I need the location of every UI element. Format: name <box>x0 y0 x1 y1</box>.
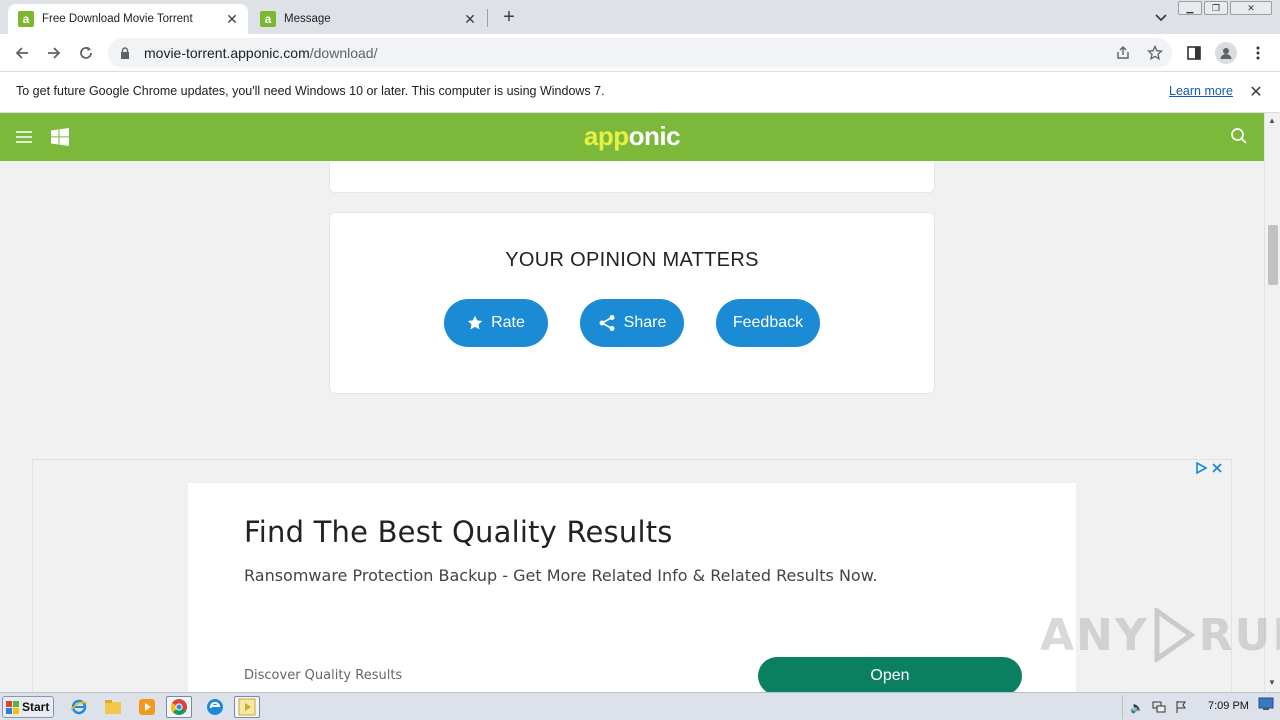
learn-more-link[interactable]: Learn more <box>1169 84 1233 98</box>
file-explorer-icon[interactable] <box>100 696 126 718</box>
chrome-menu-icon[interactable] <box>1244 39 1272 67</box>
lock-icon[interactable] <box>120 46 134 60</box>
opinion-card: YOUR OPINION MATTERS Rate Share Feedback <box>329 212 935 394</box>
tab-title: Free Download Movie Torrent <box>42 13 193 25</box>
start-button[interactable]: Start <box>2 696 54 718</box>
taskbar-clock[interactable]: 7:09 PM <box>1208 700 1249 712</box>
url-host: movie-torrent.apponic.com <box>144 45 310 61</box>
tab-message[interactable]: a Message ✕ <box>250 4 486 34</box>
system-tray: 🔈 <box>1122 695 1280 719</box>
apponic-favicon-icon: a <box>260 11 276 27</box>
search-icon[interactable] <box>1230 127 1250 147</box>
update-infobar: To get future Google Chrome updates, you… <box>0 72 1280 113</box>
ad-small-text: Discover Quality Results <box>244 668 403 683</box>
ad-card[interactable]: Find The Best Quality Results Ransomware… <box>187 482 1077 692</box>
site-header: apponic <box>0 113 1264 161</box>
play-logo-icon <box>1154 608 1195 662</box>
browser-toolbar: movie-torrent.apponic.com/download/ <box>0 34 1280 72</box>
brand-part-app: app <box>583 121 629 151</box>
tab-title: Message <box>284 13 331 25</box>
media-app-icon[interactable] <box>234 696 260 718</box>
opinion-title: YOUR OPINION MATTERS <box>505 249 759 271</box>
action-center-flag-icon[interactable] <box>1173 699 1189 715</box>
forward-button[interactable] <box>40 39 68 67</box>
tab-search-chevron-icon[interactable] <box>1150 7 1172 29</box>
ad-open-button[interactable]: Open <box>758 657 1022 692</box>
profile-icon <box>1215 42 1237 64</box>
ad-subtitle: Ransomware Protection Backup - Get More … <box>244 566 878 585</box>
feedback-label: Feedback <box>732 314 804 331</box>
page-scrollbar[interactable]: ▲ ▼ <box>1264 113 1280 692</box>
window-controls: ▁ ❐ ✕ <box>1178 1 1272 15</box>
windows-flag-icon <box>6 700 19 714</box>
back-button[interactable] <box>8 39 36 67</box>
tab-free-download-movie-torrent[interactable]: a Free Download Movie Torrent ✕ <box>8 4 248 34</box>
watermark-text-left: ANY <box>1040 609 1149 661</box>
star-icon <box>467 315 483 330</box>
ad-title[interactable]: Find The Best Quality Results <box>244 515 673 549</box>
minimize-button[interactable]: ▁ <box>1178 1 1202 15</box>
media-player-icon[interactable] <box>134 696 160 718</box>
scroll-down-icon[interactable]: ▼ <box>1268 678 1276 687</box>
rate-button[interactable]: Rate <box>444 299 548 347</box>
start-label: Start <box>22 700 50 714</box>
address-bar[interactable]: movie-torrent.apponic.com/download/ <box>108 38 1172 68</box>
tab-separator <box>487 9 488 27</box>
adchoices-play-icon[interactable] <box>1195 462 1207 474</box>
internet-explorer-icon[interactable] <box>66 696 92 718</box>
restore-button[interactable]: ❐ <box>1204 1 1228 15</box>
brand-part-onic: onic <box>628 121 681 151</box>
apponic-favicon-icon: a <box>18 11 34 27</box>
new-tab-button[interactable]: + <box>498 6 520 28</box>
share-button[interactable]: Share <box>580 299 684 347</box>
volume-icon[interactable]: 🔈 <box>1129 699 1145 715</box>
watermark-text-right: RUN <box>1198 609 1280 661</box>
side-panel-icon[interactable] <box>1180 39 1208 67</box>
network-icon[interactable] <box>1151 699 1167 715</box>
share-label: Share <box>623 314 667 331</box>
bookmark-star-icon[interactable] <box>1144 42 1166 64</box>
edge-icon[interactable] <box>202 696 228 718</box>
share-icon <box>599 315 615 331</box>
ad-choices[interactable] <box>1195 462 1223 474</box>
tab-strip: a Free Download Movie Torrent ✕ a Messag… <box>0 0 1280 34</box>
close-tab-icon[interactable]: ✕ <box>460 9 480 29</box>
reload-button[interactable] <box>72 39 100 67</box>
chrome-taskbar-icon[interactable] <box>166 696 192 718</box>
scroll-thumb[interactable] <box>1268 225 1278 285</box>
close-tab-icon[interactable]: ✕ <box>222 9 242 29</box>
url-text: movie-torrent.apponic.com/download/ <box>144 45 377 61</box>
window-close-button[interactable]: ✕ <box>1230 1 1272 15</box>
apponic-logo[interactable]: apponic <box>0 121 1264 152</box>
page-viewport: YOUR OPINION MATTERS Rate Share Feedback… <box>0 113 1264 692</box>
infobar-message: To get future Google Chrome updates, you… <box>16 84 605 98</box>
profile-avatar[interactable] <box>1212 39 1240 67</box>
infobar-close-icon[interactable]: ✕ <box>1246 82 1266 102</box>
share-page-icon[interactable] <box>1112 42 1134 64</box>
url-path: /download/ <box>309 45 378 61</box>
ad-close-icon[interactable] <box>1211 462 1223 474</box>
scroll-up-icon[interactable]: ▲ <box>1268 116 1276 125</box>
feedback-button[interactable]: Feedback <box>716 299 820 347</box>
show-desktop-icon[interactable] <box>1258 697 1276 715</box>
anyrun-watermark: ANY RUN <box>1040 608 1280 662</box>
windows-taskbar: Start 🔈 7:09 PM <box>0 692 1280 720</box>
rate-label: Rate <box>491 314 525 331</box>
